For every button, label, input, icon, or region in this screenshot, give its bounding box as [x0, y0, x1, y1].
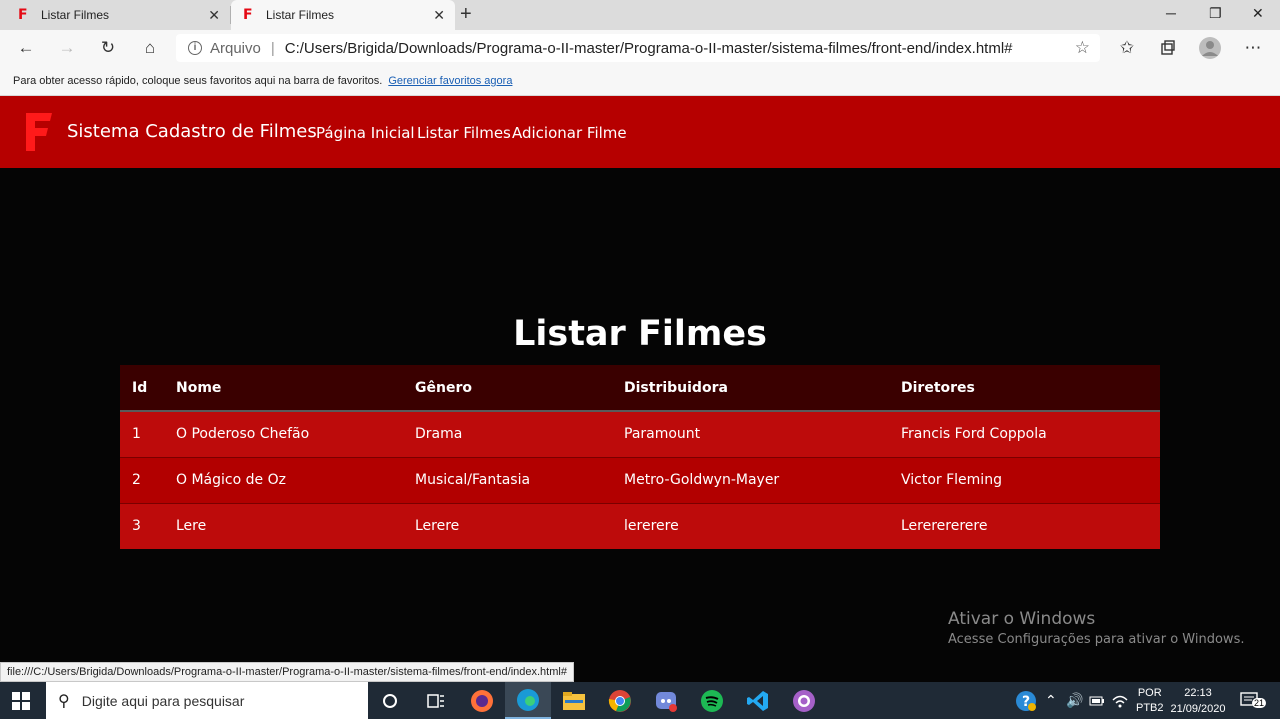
favorite-star-icon[interactable]: ☆ [1075, 38, 1090, 58]
edge-icon[interactable] [505, 682, 551, 719]
refresh-icon[interactable]: ↻ [97, 37, 119, 59]
header-id: Id [120, 365, 176, 412]
home-icon[interactable]: ⌂ [139, 37, 161, 59]
minimize-icon[interactable]: ─ [1166, 5, 1176, 21]
cell-genre: Lerere [415, 502, 624, 549]
collections-icon[interactable] [1157, 37, 1179, 59]
profile-avatar[interactable] [1199, 37, 1221, 59]
discord-icon[interactable] [643, 682, 689, 719]
chevron-up-icon[interactable]: ⌃ [1045, 682, 1057, 719]
volume-icon[interactable]: 🔊 [1066, 682, 1083, 719]
cell-id: 3 [120, 502, 176, 549]
language-code: POR [1137, 686, 1162, 699]
restore-icon[interactable]: ❐ [1209, 5, 1222, 22]
wifi-icon[interactable] [1112, 682, 1128, 719]
vscode-icon[interactable] [735, 682, 781, 719]
clock-date: 21/09/2020 [1170, 702, 1226, 715]
table-row: 1 O Poderoso Chefão Drama Paramount Fran… [120, 410, 1160, 457]
watermark-subtitle: Acesse Configurações para ativar o Windo… [948, 632, 1245, 647]
clock-time: 22:13 [1184, 686, 1212, 699]
cell-id: 2 [120, 456, 176, 503]
input-language[interactable]: POR PTB2 [1136, 682, 1164, 719]
cell-id: 1 [120, 410, 176, 457]
notifications-icon[interactable]: 21 [1240, 682, 1267, 719]
nav-add-film[interactable]: Adicionar Filme [512, 124, 627, 142]
link-status-bar: file:///C:/Users/Brigida/Downloads/Progr… [0, 662, 574, 682]
table-row: 3 Lere Lerere lererere Lererererere [120, 502, 1160, 549]
activation-watermark: Ativar o Windows Acesse Configurações pa… [948, 609, 1244, 647]
notification-count: 21 [1252, 698, 1267, 708]
films-table: Id Nome Gênero Distribuidora Diretores 1… [120, 365, 1160, 549]
browser-tab-active[interactable]: F Listar Filmes ✕ [231, 0, 455, 30]
cell-genre: Drama [415, 410, 624, 457]
windows-start-icon[interactable] [12, 692, 30, 710]
back-icon[interactable]: ← [15, 37, 37, 59]
table-row: 2 O Mágico de Oz Musical/Fantasia Metro-… [120, 456, 1160, 503]
header-distributor: Distribuidora [624, 365, 901, 412]
favicon-icon: F [18, 7, 28, 23]
windows-taskbar: ⚲ Digite aqui para pesquisar ? ⌃ 🔊 POR P… [0, 682, 1280, 719]
cell-distributor: Metro-Goldwyn-Mayer [624, 456, 901, 503]
firefox-icon[interactable] [459, 682, 505, 719]
header-genre: Gênero [415, 365, 624, 412]
table-header-row: Id Nome Gênero Distribuidora Diretores [120, 365, 1160, 412]
cell-distributor: lererere [624, 502, 901, 549]
tab-title: Listar Filmes [41, 8, 110, 22]
new-tab-icon[interactable]: + [460, 4, 472, 24]
site-navbar: Sistema Cadastro de Filmes Página Inicia… [0, 96, 1280, 168]
favorites-icon[interactable]: ✩ [1116, 37, 1138, 59]
protocol-label: Arquivo [210, 39, 261, 57]
cell-name: O Mágico de Oz [176, 456, 415, 503]
close-tab-icon[interactable]: ✕ [433, 7, 445, 24]
help-icon[interactable]: ? [1015, 682, 1037, 719]
cell-directors: Victor Fleming [901, 456, 1160, 503]
info-icon[interactable]: i [188, 41, 202, 55]
page-title: Listar Filmes [513, 314, 767, 354]
logo-icon[interactable] [24, 113, 54, 151]
header-name: Nome [176, 365, 415, 412]
clock[interactable]: 22:13 21/09/2020 [1170, 682, 1226, 719]
favicon-icon: F [243, 7, 253, 23]
site-brand[interactable]: Sistema Cadastro de Filmes [67, 121, 317, 142]
taskbar-search[interactable]: ⚲ Digite aqui para pesquisar [46, 682, 368, 719]
tab-title: Listar Filmes [266, 8, 335, 22]
nav-home[interactable]: Página Inicial [316, 124, 415, 142]
browser-toolbar: ← → ↻ ⌂ i Arquivo | C:/Users/Brigida/Dow… [0, 30, 1280, 66]
search-icon: ⚲ [58, 692, 70, 710]
watermark-title: Ativar o Windows [948, 609, 1096, 629]
cell-name: O Poderoso Chefão [176, 410, 415, 457]
task-view-icon[interactable] [413, 682, 459, 719]
cortana-icon[interactable] [367, 682, 413, 719]
nav-list-films[interactable]: Listar Filmes [417, 124, 511, 142]
favorites-bar: Para obter acesso rápido, coloque seus f… [0, 66, 1280, 96]
spotify-icon[interactable] [689, 682, 735, 719]
battery-icon[interactable] [1089, 682, 1105, 719]
forward-icon[interactable]: → [56, 37, 78, 59]
cell-directors: Lererererere [901, 502, 1160, 549]
app-icon[interactable] [781, 682, 827, 719]
cell-name: Lere [176, 502, 415, 549]
address-divider: | [270, 39, 275, 57]
favorites-message: Para obter acesso rápido, coloque seus f… [13, 74, 383, 87]
header-directors: Diretores [901, 365, 1160, 412]
address-bar[interactable]: i Arquivo | C:/Users/Brigida/Downloads/P… [176, 34, 1100, 62]
cell-directors: Francis Ford Coppola [901, 410, 1160, 457]
file-explorer-icon[interactable] [551, 682, 597, 719]
manage-favorites-link[interactable]: Gerenciar favoritos agora [388, 75, 512, 87]
more-menu-icon[interactable]: ⋯ [1242, 37, 1264, 59]
search-placeholder: Digite aqui para pesquisar [81, 692, 245, 709]
close-tab-icon[interactable]: ✕ [208, 7, 220, 24]
chrome-icon[interactable] [597, 682, 643, 719]
browser-tab[interactable]: F Listar Filmes ✕ [0, 0, 230, 30]
tab-bar: F Listar Filmes ✕ F Listar Filmes ✕ + ─ … [0, 0, 1280, 30]
keyboard-layout: PTB2 [1136, 701, 1164, 714]
cell-distributor: Paramount [624, 410, 901, 457]
close-window-icon[interactable]: ✕ [1252, 5, 1264, 22]
cell-genre: Musical/Fantasia [415, 456, 624, 503]
url-text[interactable]: C:/Users/Brigida/Downloads/Programa-o-II… [285, 40, 1013, 57]
